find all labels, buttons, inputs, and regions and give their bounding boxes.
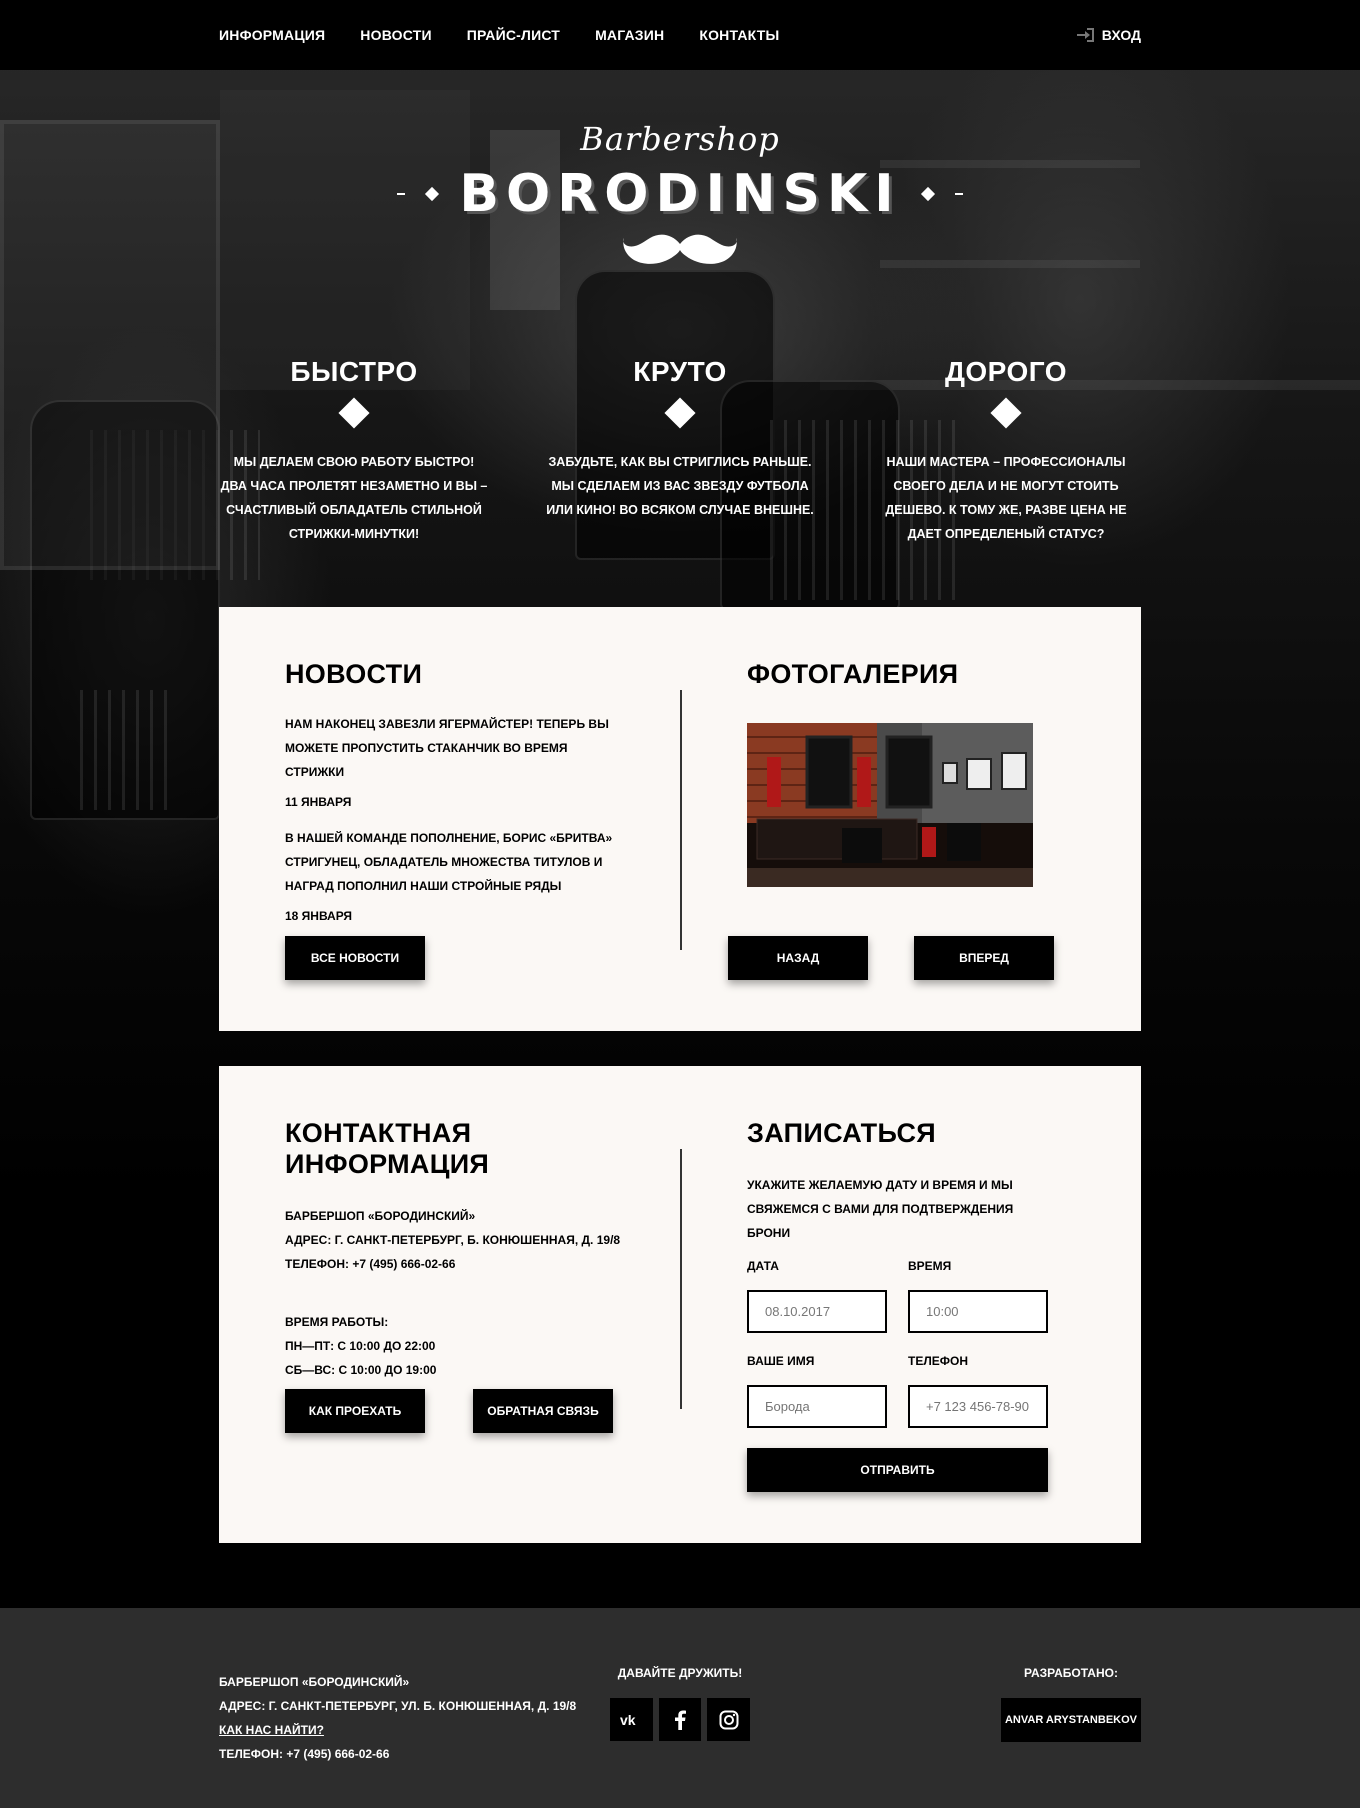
feature-fast: БЫСТРО МЫ ДЕЛАЕМ СВОЮ РАБОТУ БЫСТРО! ДВА… [219,356,489,546]
footer-find-link[interactable]: КАК НАС НАЙТИ? [219,1723,324,1737]
booking-title: ЗАПИСАТЬСЯ [747,1118,936,1148]
date-label: ДАТА [747,1259,779,1273]
login-link[interactable]: ВХОД [1076,0,1141,70]
booking-section: ЗАПИСАТЬСЯ УКАЖИТЕ ЖЕЛАЕМУЮ ДАТУ И ВРЕМЯ… [747,1118,1057,1245]
hours-weekdays: ПН—ПТ: С 10:00 ДО 22:00 [285,1339,436,1353]
gallery-prev-button[interactable]: НАЗАД [728,936,868,980]
submit-button[interactable]: ОТПРАВИТЬ [747,1448,1048,1492]
logo-ornament-left [425,186,440,202]
feature-title: БЫСТРО [290,356,418,387]
time-label: ВРЕМЯ [908,1259,952,1273]
diamond-icon [338,397,370,429]
footer: БАРБЕРШОП «БОРОДИНСКИЙ» АДРЕС: Г. САНКТ-… [0,1608,1360,1808]
gallery-next-button[interactable]: ВПЕРЕД [914,936,1054,980]
news-section: НОВОСТИ НАМ НАКОНЕЦ ЗАВЕЗЛИ ЯГЕРМАЙСТЕР!… [285,659,615,928]
nav-item-info[interactable]: ИНФОРМАЦИЯ [219,27,325,43]
footer-social: ДАВАЙТЕ ДРУЖИТЬ! vk [610,1666,751,1741]
main-nav: ИНФОРМАЦИЯ НОВОСТИ ПРАЙС-ЛИСТ МАГАЗИН КО… [219,0,814,70]
time-field[interactable] [908,1290,1048,1333]
nav-item-pricelist[interactable]: ПРАЙС-ЛИСТ [467,27,560,43]
dev-title: РАЗРАБОТАНО: [1024,1666,1118,1680]
feature-text: ЗАБУДЬТЕ, КАК ВЫ СТРИГЛИСЬ РАНЬШЕ. МЫ СД… [546,455,814,517]
diamond-icon [990,397,1022,429]
news-item-text: НАМ НАКОНЕЦ ЗАВЕЗЛИ ЯГЕРМАЙСТЕР! ТЕПЕРЬ … [285,717,609,779]
news-title: НОВОСТИ [285,659,423,689]
nav-item-shop[interactable]: МАГАЗИН [595,27,664,43]
gallery-title: ФОТОГАЛЕРИЯ [747,659,959,689]
logo-script: Barbershop [580,120,780,158]
footer-phone: ТЕЛЕФОН: +7 (495) 666-02-66 [219,1747,390,1761]
mustache-icon [0,232,1360,275]
contact-booking-card: КОНТАКТНАЯ ИНФОРМАЦИЯ БАРБЕРШОП «БОРОДИН… [219,1066,1141,1543]
news-gallery-card: НОВОСТИ НАМ НАКОНЕЦ ЗАВЕЗЛИ ЯГЕРМАЙСТЕР!… [219,607,1141,1031]
all-news-button[interactable]: ВСЕ НОВОСТИ [285,936,425,980]
feature-cool: КРУТО ЗАБУДЬТЕ, КАК ВЫ СТРИГЛИСЬ РАНЬШЕ.… [545,356,815,546]
facebook-icon[interactable] [658,1698,702,1741]
developer-badge[interactable]: ANVAR ARYSTANBEKOV [1001,1698,1141,1742]
contact-title: КОНТАКТНАЯ ИНФОРМАЦИЯ [285,1118,490,1179]
feature-title: КРУТО [633,356,727,387]
diamond-icon [664,397,696,429]
svg-text:vk: vk [620,1713,636,1727]
logo-ornament-right [920,186,935,202]
login-icon [1076,28,1094,42]
news-item-date: 11 ЯНВАРЯ [285,795,352,809]
nav-item-news[interactable]: НОВОСТИ [360,27,431,43]
social-title: ДАВАЙТЕ ДРУЖИТЬ! [617,1666,743,1680]
feature-expensive: ДОРОГО НАШИ МАСТЕРА – ПРОФЕССИОНАЛЫ СВОЕ… [871,356,1141,546]
footer-address: АДРЕС: Г. САНКТ-ПЕТЕРБУРГ, УЛ. Б. КОНЮШЕ… [219,1699,577,1713]
name-label: ВАШЕ ИМЯ [747,1354,815,1368]
contact-phone: ТЕЛЕФОН: +7 (495) 666-02-66 [285,1257,456,1271]
footer-developer: РАЗРАБОТАНО: ANVAR ARYSTANBEKOV [1001,1666,1141,1742]
booking-intro: УКАЖИТЕ ЖЕЛАЕМУЮ ДАТУ И ВРЕМЯ И МЫ СВЯЖЕ… [747,1178,1014,1240]
footer-name: БАРБЕРШОП «БОРОДИНСКИЙ» [219,1675,410,1689]
news-item-text: В НАШЕЙ КОМАНДЕ ПОПОЛНЕНИЕ, БОРИС «БРИТВ… [285,831,613,893]
feedback-button[interactable]: ОБРАТНАЯ СВЯЗЬ [473,1389,613,1433]
gallery-photo [747,723,1033,887]
hours-weekend: СБ—ВС: С 10:00 ДО 19:00 [285,1363,437,1377]
top-navigation-bar: ИНФОРМАЦИЯ НОВОСТИ ПРАЙС-ЛИСТ МАГАЗИН КО… [0,0,1360,70]
name-field[interactable] [747,1385,887,1428]
feature-text: МЫ ДЕЛАЕМ СВОЮ РАБОТУ БЫСТРО! ДВА ЧАСА П… [220,455,488,541]
news-item-date: 18 ЯНВАРЯ [285,909,353,923]
contact-section: КОНТАКТНАЯ ИНФОРМАЦИЯ БАРБЕРШОП «БОРОДИН… [285,1118,645,1382]
feature-text: НАШИ МАСТЕРА – ПРОФЕССИОНАЛЫ СВОЕГО ДЕЛА… [885,455,1127,541]
instagram-icon[interactable] [707,1698,751,1741]
card-divider [680,1149,682,1409]
vk-icon[interactable]: vk [610,1698,653,1741]
phone-label: ТЕЛЕФОН [908,1354,968,1368]
footer-contacts: БАРБЕРШОП «БОРОДИНСКИЙ» АДРЕС: Г. САНКТ-… [219,1670,576,1766]
brand-logo: Barbershop BORODINSKI [0,120,1360,275]
phone-field[interactable] [908,1385,1048,1428]
contact-name: БАРБЕРШОП «БОРОДИНСКИЙ» [285,1209,476,1223]
hours-title: ВРЕМЯ РАБОТЫ: [285,1315,389,1329]
date-field[interactable] [747,1290,887,1333]
contact-address: АДРЕС: Г. САНКТ-ПЕТЕРБУРГ, Б. КОНЮШЕННАЯ… [285,1233,621,1247]
features-row: БЫСТРО МЫ ДЕЛАЕМ СВОЮ РАБОТУ БЫСТРО! ДВА… [219,356,1141,546]
nav-item-contacts[interactable]: КОНТАКТЫ [699,27,779,43]
logo-brand-name: BORODINSKI [459,164,901,224]
login-label: ВХОД [1101,27,1141,43]
card-divider [680,690,682,950]
route-button[interactable]: КАК ПРОЕХАТЬ [285,1389,425,1433]
feature-title: ДОРОГО [944,356,1068,387]
